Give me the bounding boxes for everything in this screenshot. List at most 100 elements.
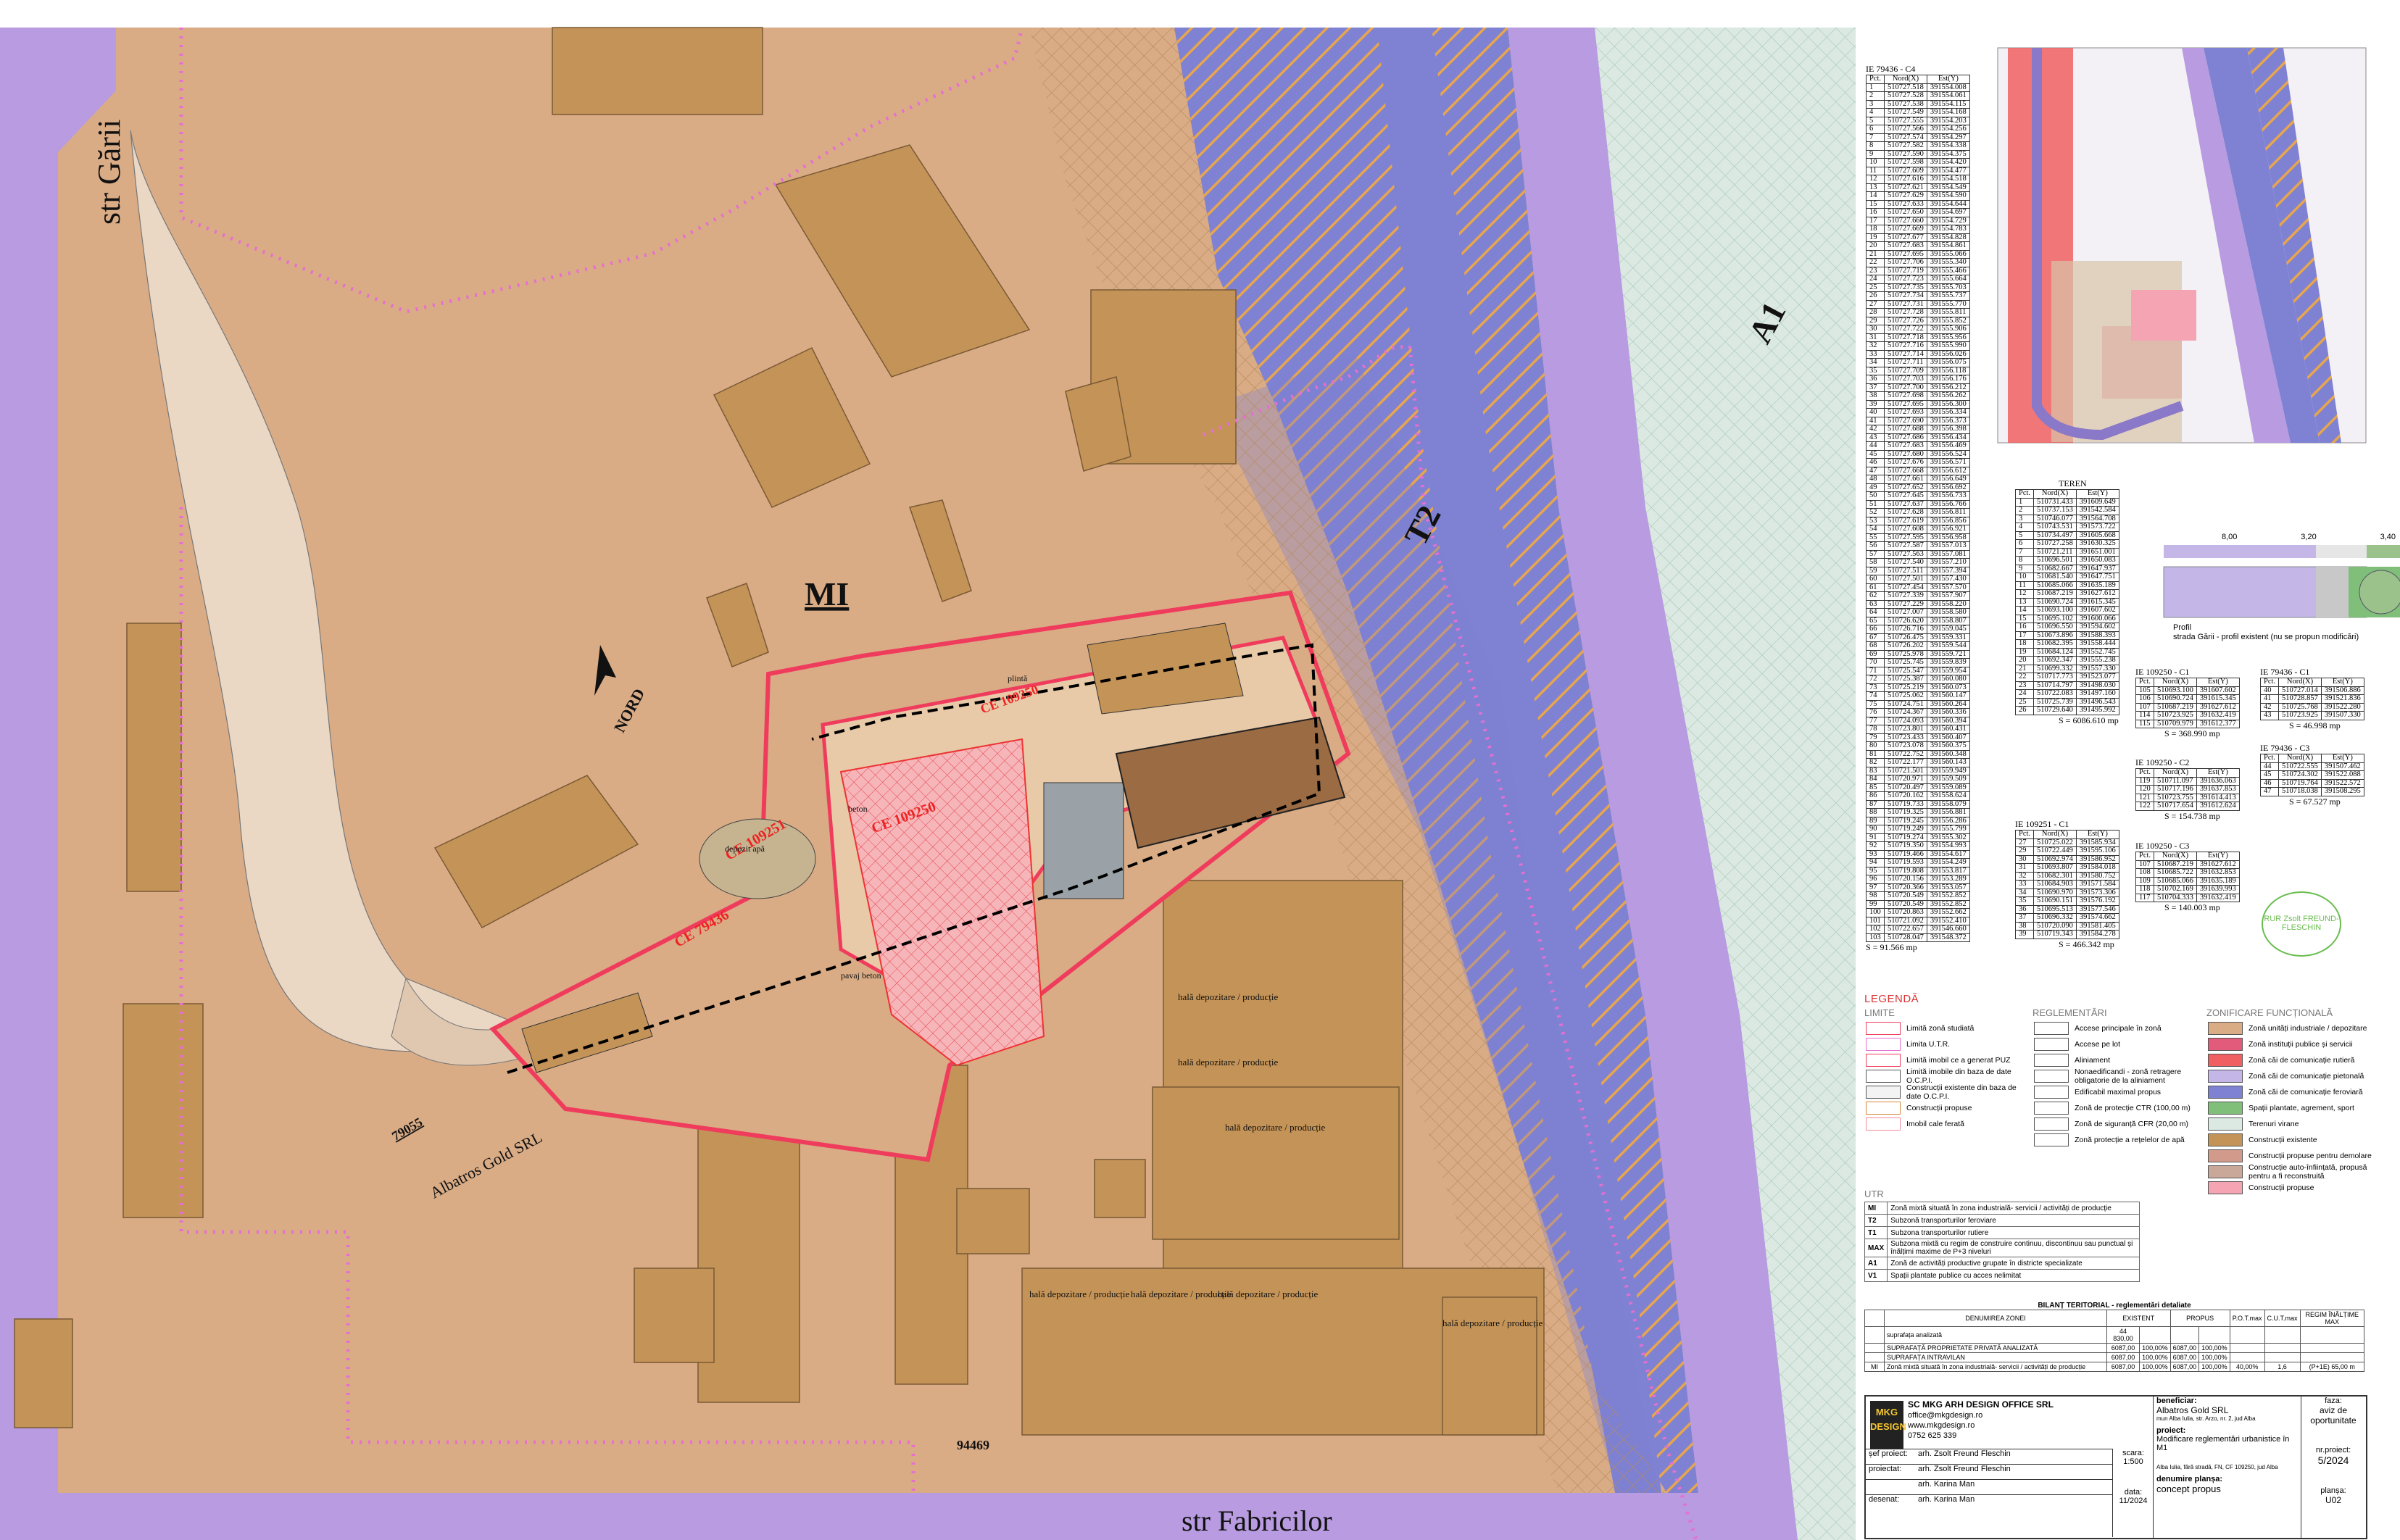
table-cell: 391554.783 [1926, 225, 1970, 234]
table-row: 47 510727.668 391556.612 [1865, 466, 1970, 475]
table-cell: 115 [2135, 719, 2155, 728]
bilant-code [1864, 1326, 1885, 1344]
legend-item: Terenuri virane [2208, 1116, 2389, 1132]
table-row: 118 510702.169 391639.993 [2135, 885, 2240, 894]
table-cell: 21 [2014, 664, 2035, 673]
utr-code: T2 [1864, 1214, 1888, 1227]
table-cell: 391554.644 [1926, 199, 1970, 209]
table-cell: 31 [2014, 863, 2035, 873]
legend-label: Limită imobil ce a generat PUZ [1906, 1056, 2011, 1065]
utr-desc: Spații plantate publice cu acces nelimit… [1887, 1269, 2140, 1282]
table-row: 1 510727.518 391554.008 [1865, 83, 1970, 92]
coord-table-ie79436-c1: IE 79436 - C1 Pct. Nord(X) Est(Y) 40 510727… [2259, 667, 2364, 731]
table-row: 67 510726.475 391559.331 [1865, 633, 1970, 642]
legend-label: Limită zonă studiată [1906, 1024, 1975, 1033]
table-cell: 391560.431 [1926, 725, 1970, 734]
table-row: 79 510723.433 391560.407 [1865, 733, 1970, 742]
table-cell: 510727.511 [1884, 566, 1927, 575]
table-row: 20 510692.347 391555.238 [2014, 656, 2119, 665]
proiect-label: proiect: [2156, 1426, 2186, 1435]
coord-table-ie109250-c2: IE 109250 - C2 Pct. Nord(X) Est(Y) 119 5107… [2135, 757, 2240, 822]
table-cell: 391556.612 [1926, 466, 1970, 475]
signature-block: șef proiect: arh. Zsolt Freund Fleschin p… [1866, 1449, 2112, 1510]
table-row: 24 510722.083 391497.160 [2014, 689, 2119, 699]
table-cell: 83 [1865, 766, 1885, 775]
table-cell: 510727.716 [1884, 341, 1927, 351]
table-cell: 44 [2259, 762, 2280, 771]
table-cell: 32 [1865, 341, 1885, 351]
coord-table: Pct. Nord(X) Est(Y) 105 510693.100 391607.60… [2135, 678, 2240, 728]
table-cell: 53 [1865, 516, 1885, 525]
table-cell: 510727.633 [1884, 199, 1927, 209]
table-row: 75 510724.751 391560.264 [1865, 699, 1970, 709]
table-cell: 391556.766 [1926, 499, 1970, 509]
table-row: 8 510696.501 391650.083 [2014, 556, 2119, 565]
table-cell: 391557.013 [1926, 541, 1970, 551]
table-row: 27 510727.731 391555.770 [1865, 299, 1970, 309]
table-cell: 391552.410 [1926, 916, 1970, 925]
table-cell: 510727.734 [1884, 291, 1927, 301]
table-cell: 510727.706 [1884, 258, 1927, 267]
table-cell: 94 [1865, 858, 1885, 867]
table-row: 6 510727.566 391554.256 [1865, 125, 1970, 134]
table-cell: 391637.853 [2196, 785, 2240, 794]
table-cell: 17 [2014, 630, 2035, 640]
table-cell: 510714.797 [2033, 680, 2077, 690]
legend-swatch [2034, 1117, 2069, 1131]
table-row: 53 510727.619 391556.856 [1865, 516, 1970, 525]
table-cell: 29 [2014, 846, 2035, 856]
utr-title: UTR [1864, 1189, 1884, 1199]
legend-swatch [2208, 1038, 2243, 1051]
table-cell: 391508.295 [2320, 787, 2364, 796]
table-cell: 43 [1865, 433, 1885, 442]
legend-item: Nonaedificandi - zonă retragere obligato… [2034, 1067, 2201, 1085]
legend-label: Construcție auto-înființată, propusă pen… [2249, 1163, 2367, 1181]
proiectat-name: arh. Zsolt Freund Fleschin [1918, 1465, 2011, 1473]
table-cell: 510722.177 [1884, 758, 1927, 767]
table-row: 7 510727.574 391554.297 [1865, 133, 1970, 142]
table-row: 119 510711.097 391636.063 [2135, 776, 2240, 786]
table-header-cell: Est(Y) [2196, 768, 2240, 778]
table-cell: 510727.528 [1884, 91, 1927, 101]
table-cell: 391556.571 [1926, 458, 1970, 467]
table-cell: 48 [1865, 475, 1885, 484]
table-row: 93 510719.466 391554.617 [1865, 849, 1970, 859]
table-row: 63 510727.229 391558.220 [1865, 599, 1970, 609]
table-row: 9 510682.667 391647.937 [2014, 564, 2119, 573]
table-row: 7 510721.211 391651.001 [2014, 547, 2119, 557]
legend-swatch [2208, 1133, 2243, 1146]
table-cell: 510685.066 [2033, 580, 2077, 590]
table-cell: 90 [1865, 825, 1885, 834]
table-cell: 391556.469 [1926, 441, 1970, 451]
table-cell: 92 [1865, 841, 1885, 851]
legend-swatch [2034, 1102, 2069, 1115]
table-row: 107 510687.219 391627.612 [2135, 860, 2240, 869]
table-row: 5 510727.555 391554.203 [1865, 116, 1970, 125]
bilant-cell: (P+1E) 65,00 m [2299, 1362, 2365, 1372]
table-row: 76 510724.367 391560.336 [1865, 708, 1970, 717]
table-cell: 391560.348 [1926, 749, 1970, 759]
table-cell: 510726.202 [1884, 641, 1927, 651]
utr-desc: Subzona mixtă cu regim de construire con… [1887, 1239, 2140, 1257]
table-cell: 510692.347 [2033, 656, 2077, 665]
table-cell: 391559.544 [1926, 641, 1970, 651]
table-cell: 391556.811 [1926, 508, 1970, 517]
table-row: 94 510719.593 391554.249 [1865, 858, 1970, 867]
table-cell: 510727.538 [1884, 99, 1927, 109]
table-row: 92 510719.350 391554.993 [1865, 841, 1970, 851]
table-cell: 510727.661 [1884, 475, 1927, 484]
table-cell: 510724.367 [1884, 708, 1927, 717]
table-cell: 510727.629 [1884, 191, 1927, 201]
table-row: 121 510723.755 391614.413 [2135, 793, 2240, 802]
table-cell: 2 [1865, 91, 1885, 101]
table-cell: 391557.907 [1926, 591, 1970, 601]
table-row: 42 510727.688 391556.398 [1865, 425, 1970, 434]
legend-item: Construcții propuse [1866, 1100, 2025, 1116]
table-cell: 118 [2135, 885, 2155, 894]
table-cell: 391576.192 [2075, 896, 2119, 906]
table-cell: 24 [1865, 275, 1885, 284]
coord-table: Pct. Nord(X) Est(Y) 107 510687.219 391627.61… [2135, 852, 2240, 902]
table-cell: 510727.695 [1884, 399, 1927, 409]
table-title: IE 79436 - C1 [2260, 667, 2310, 677]
legend-label: Construcții existente din baza de date O… [1906, 1083, 2017, 1101]
